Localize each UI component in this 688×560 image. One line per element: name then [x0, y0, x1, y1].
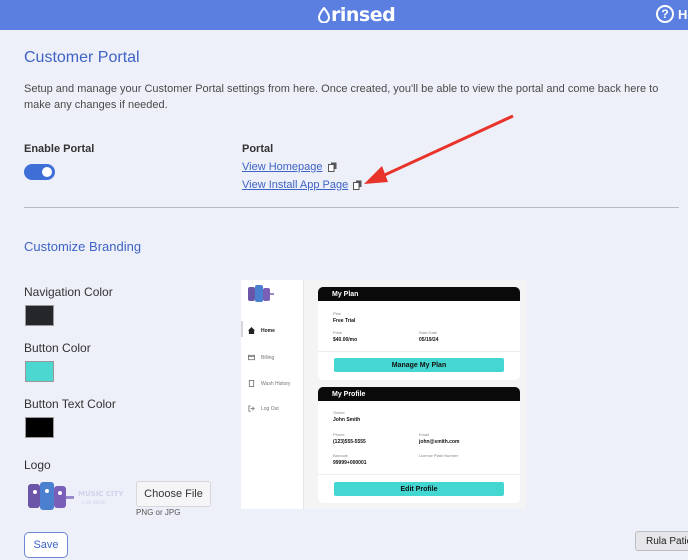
field-label: Email — [419, 432, 430, 437]
field-value: John Smith — [333, 417, 361, 423]
billing-icon — [248, 354, 255, 361]
droplet-icon — [318, 7, 330, 23]
save-button[interactable]: Save — [24, 532, 68, 558]
help-icon: ? — [656, 5, 674, 23]
logo-label: Logo — [24, 458, 51, 472]
preview-plan-card: My Plan Plan Free Trial Price $40.00/mo … — [318, 287, 520, 380]
field-value: Free Trial — [333, 318, 356, 324]
manage-plan-button: Manage My Plan — [334, 358, 504, 372]
nav-label: Wash History — [261, 380, 291, 387]
field-value: $40.00/mo — [333, 337, 358, 343]
nav-label: Billing — [261, 354, 275, 361]
edit-profile-button: Edit Profile — [334, 482, 504, 496]
view-install-app-page-link[interactable]: View Install App Page — [242, 179, 362, 191]
annotation-arrow — [364, 114, 514, 184]
brand-logo: rinsed — [318, 4, 396, 26]
field-label: Barcode — [333, 453, 348, 458]
button-text-color-swatch[interactable] — [25, 417, 54, 438]
svg-text:CAR WASH: CAR WASH — [82, 500, 106, 506]
page-description: Setup and manage your Customer Portal se… — [24, 83, 659, 111]
field-label: License Plate Number — [419, 453, 459, 458]
field-label: Start Date — [419, 330, 438, 335]
button-text-color-label: Button Text Color — [24, 397, 116, 411]
preview-sidebar: Home Billing Wash History Log Out — [241, 280, 304, 509]
preview-nav-billing: Billing — [248, 354, 274, 361]
navigation-color-swatch[interactable] — [25, 305, 54, 326]
portal-links-label: Portal — [242, 143, 274, 155]
view-install-text: View Install App Page — [242, 179, 349, 191]
logout-icon — [248, 405, 255, 412]
enable-portal-label: Enable Portal — [24, 143, 95, 155]
toggle-knob — [42, 167, 52, 177]
file-type-hint: PNG or JPG — [136, 508, 181, 517]
field-value: 99999+000001 — [333, 460, 367, 466]
nav-label: Log Out — [261, 405, 279, 412]
home-icon — [248, 327, 255, 334]
navigation-color-label: Navigation Color — [24, 285, 113, 299]
view-homepage-link[interactable]: View Homepage — [242, 161, 337, 173]
field-label: Price — [333, 330, 343, 335]
card-header: My Profile — [318, 387, 520, 401]
portal-preview: Home Billing Wash History Log Out My Pla… — [241, 280, 526, 509]
field-value: 05/19/24 — [419, 337, 439, 343]
preview-nav-log-out: Log Out — [248, 405, 279, 412]
card-header: My Plan — [318, 287, 520, 301]
preview-nav-home: Home — [248, 327, 275, 334]
copy-icon[interactable] — [327, 162, 337, 172]
help-label: He — [678, 6, 688, 22]
enable-portal-toggle[interactable] — [24, 164, 55, 180]
card-divider — [318, 474, 520, 475]
svg-text:MUSIC CITY: MUSIC CITY — [78, 490, 124, 498]
card-divider — [318, 351, 520, 352]
chat-user-chip[interactable]: Rula Patie — [635, 531, 688, 551]
button-color-swatch[interactable] — [25, 361, 54, 382]
field-label: Plan — [333, 311, 342, 316]
section-divider — [24, 207, 679, 208]
choose-file-button[interactable]: Choose File — [136, 481, 211, 507]
brand-name: rinsed — [331, 4, 396, 26]
field-label: Owner — [333, 410, 345, 415]
view-homepage-text: View Homepage — [242, 161, 323, 173]
preview-nav-wash-history: Wash History — [248, 380, 291, 387]
field-value: (123)555-5555 — [333, 439, 366, 445]
active-nav-indicator — [241, 321, 243, 337]
logo-preview: MUSIC CITY CAR WASH — [28, 482, 124, 510]
document-icon — [248, 380, 255, 387]
button-color-label: Button Color — [24, 341, 91, 355]
field-value: john@smith.com — [419, 439, 460, 445]
preview-profile-card: My Profile Owner John Smith Phone (123)5… — [318, 387, 520, 503]
branding-title: Customize Branding — [24, 239, 142, 254]
page-title: Customer Portal — [24, 49, 140, 66]
field-label: Phone — [333, 432, 345, 437]
help-button[interactable]: ? He — [656, 5, 688, 23]
preview-logo — [248, 285, 274, 302]
top-bar: rinsed ? He — [0, 0, 688, 30]
nav-label: Home — [261, 327, 275, 334]
